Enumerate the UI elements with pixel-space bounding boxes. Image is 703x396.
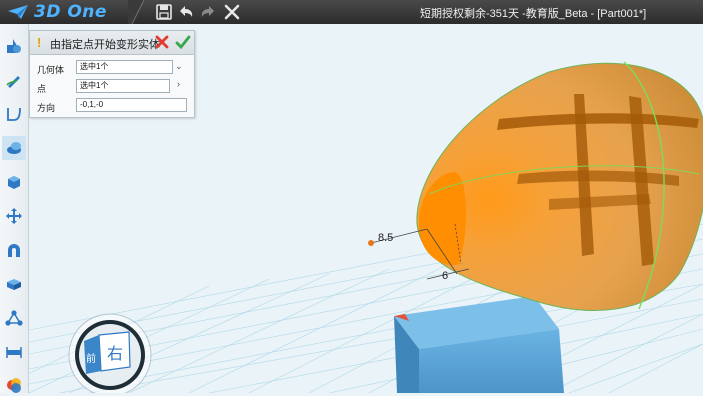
- redo-icon[interactable]: [199, 3, 217, 21]
- primitive-shapes-icon: [7, 39, 21, 53]
- warning-icon: !: [37, 35, 42, 50]
- tool-sketch-edit[interactable]: [2, 102, 26, 126]
- tool-basic-edit[interactable]: [2, 204, 26, 228]
- combine-icon: [8, 244, 20, 257]
- dimension-label-2[interactable]: 6: [442, 270, 448, 282]
- point-label: 点: [37, 84, 47, 94]
- left-toolbar: [0, 24, 29, 393]
- view-cube-right-face[interactable]: 右: [107, 344, 123, 363]
- close-icon[interactable]: [223, 3, 241, 21]
- tool-measure[interactable]: [2, 340, 26, 364]
- title-separator: [128, 0, 144, 24]
- chevron-right-icon[interactable]: ›: [177, 79, 180, 89]
- sketch-icon: [6, 76, 20, 88]
- array-icon: [5, 310, 23, 326]
- direction-label: 方向: [37, 103, 56, 113]
- geometry-label: 几何体: [37, 65, 65, 75]
- deformed-solid[interactable]: [416, 61, 703, 311]
- feature-modeling-icon: [8, 176, 20, 189]
- paper-plane-icon: [8, 5, 28, 19]
- draw-edit-icon: [7, 279, 21, 290]
- panel-title: 由指定点开始变形实体: [50, 39, 160, 51]
- special-features-icon: [7, 142, 21, 154]
- direction-field[interactable]: -0,1,-0: [76, 98, 187, 112]
- title-bar: 3D One 短期授权剩余-351天 -教育版_Beta - [Part001*…: [0, 0, 703, 24]
- tool-feature-modeling[interactable]: [2, 170, 26, 194]
- start-point-marker[interactable]: [368, 240, 374, 246]
- view-cube-front-face[interactable]: 前: [86, 352, 96, 365]
- tool-color-render[interactable]: [2, 372, 26, 396]
- deform-command-panel: ! 由指定点开始变形实体 几何体 选中1个 ⌄ 点 选中1个 › 方向 -0,1…: [29, 30, 195, 118]
- confirm-button[interactable]: [175, 34, 191, 50]
- tool-draw-edit[interactable]: [2, 272, 26, 296]
- tool-combine[interactable]: [2, 238, 26, 262]
- geometry-field[interactable]: 选中1个: [76, 60, 173, 74]
- panel-header: ! 由指定点开始变形实体: [30, 31, 194, 55]
- view-cube[interactable]: 右 前: [68, 313, 152, 393]
- point-field[interactable]: 选中1个: [76, 79, 170, 93]
- tool-array[interactable]: [2, 306, 26, 330]
- blue-box[interactable]: [394, 296, 564, 393]
- tool-sketch[interactable]: [2, 68, 26, 92]
- save-icon[interactable]: [155, 3, 173, 21]
- sketch-edit-icon: [7, 107, 21, 121]
- undo-icon[interactable]: [177, 3, 195, 21]
- color-render-icon: [7, 378, 21, 393]
- chevron-down-icon[interactable]: ⌄: [175, 61, 183, 72]
- logo-text: 3D One: [34, 2, 107, 22]
- measure-icon: [6, 347, 22, 358]
- app-logo: 3D One: [0, 0, 130, 24]
- cancel-button[interactable]: [155, 35, 169, 49]
- window-title: 短期授权剩余-351天 -教育版_Beta - [Part001*]: [420, 8, 647, 20]
- basic-edit-icon: [6, 208, 22, 224]
- tool-primitive-shapes[interactable]: [2, 34, 26, 58]
- tool-special-features[interactable]: [2, 136, 26, 160]
- dimension-label-1[interactable]: 8.5: [378, 232, 393, 244]
